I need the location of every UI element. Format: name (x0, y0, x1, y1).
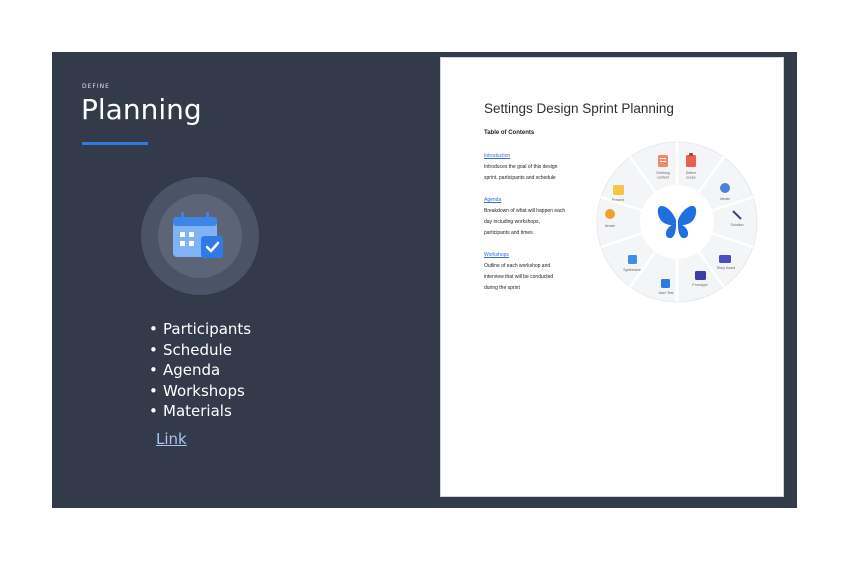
bullet-dot: • (149, 320, 158, 338)
bullet-dot: • (149, 361, 158, 380)
bullet-dot: • (149, 402, 158, 421)
bullet-dot: • (149, 340, 158, 359)
synthesize-icon (628, 255, 637, 264)
wheel-label: Defining (656, 171, 669, 175)
toc-heading: Table of Contents (484, 130, 535, 136)
wheel-label: Iterate (605, 224, 615, 228)
wheel-label: Story board (717, 266, 736, 270)
wheel-center (640, 185, 714, 259)
toc-link-introduction[interactable]: Introduction (484, 151, 584, 162)
wheel-label: User Test (658, 291, 673, 295)
section-line: day including workshops, (484, 219, 540, 225)
bullet-text: Agenda (163, 361, 221, 380)
toc-section: Workshops Outline of each workshop and i… (484, 250, 584, 294)
toc-section: Agenda Breakdown of what will happen eac… (484, 195, 584, 239)
document-icon-line (660, 158, 666, 159)
user-test-icon (661, 279, 670, 288)
link[interactable]: Link (156, 430, 187, 448)
wheel-label: content (657, 176, 669, 180)
bullet-list: • Participants • Schedule • Agenda • Worksho… (149, 319, 251, 422)
section-eyebrow: DEFINE (82, 83, 110, 90)
toc-link-workshops[interactable]: Workshops (484, 250, 584, 261)
wheel-label: Present (612, 198, 624, 202)
wheel-label: Prototype (692, 283, 707, 287)
bullet-item: • Agenda (149, 360, 251, 381)
wheel-label: Ideate (720, 197, 730, 201)
bullet-item: • Participants (149, 319, 251, 340)
bullet-text: Participants (163, 320, 252, 338)
slide-title: Planning (81, 93, 202, 126)
bullet-text: Schedule (163, 340, 232, 359)
document-preview: Settings Design Sprint Planning Table of… (440, 57, 784, 497)
wheel-label: Synthesize (623, 268, 641, 272)
clipboard-clip-icon (689, 153, 693, 156)
bullet-text: Materials (163, 402, 232, 421)
document-title: Settings Design Sprint Planning (484, 101, 674, 116)
slide: DEFINE Planning • Participants • Schedule … (52, 52, 797, 508)
bullet-item: • Materials (149, 401, 251, 422)
present-icon (613, 185, 624, 195)
clipboard-icon (686, 155, 696, 167)
section-line: Introduces the goal of this design (484, 164, 558, 170)
wheel-label: Solution (731, 223, 744, 227)
iterate-icon (605, 209, 615, 219)
section-line: during the sprint (484, 285, 520, 291)
title-underline (82, 142, 148, 145)
calendar-check-icon (173, 212, 223, 258)
section-line: Outline of each workshop and (484, 263, 551, 269)
section-line: interview that will be conducted (484, 274, 554, 280)
lightbulb-icon (720, 183, 730, 193)
bullet-text: Workshops (163, 381, 245, 400)
section-line: Breakdown of what will happen each (484, 208, 566, 214)
toc-section: Introduction Introduces the goal of this… (484, 151, 584, 184)
document-icon-line (660, 161, 666, 162)
section-line: sprint, participants and schedule (484, 175, 556, 181)
section-line: participants and times. (484, 230, 535, 236)
bullet-item: • Schedule (149, 340, 251, 361)
toc-link-agenda[interactable]: Agenda (484, 195, 584, 206)
bullet-item: • Workshops (149, 381, 251, 402)
storyboard-icon (719, 255, 731, 263)
process-wheel: Defining content Define scope Ideate Sol… (596, 141, 758, 303)
prototype-icon (695, 271, 706, 280)
bullet-dot: • (149, 381, 158, 400)
wheel-label: Define (686, 171, 696, 175)
wheel-label: scope (686, 176, 696, 180)
